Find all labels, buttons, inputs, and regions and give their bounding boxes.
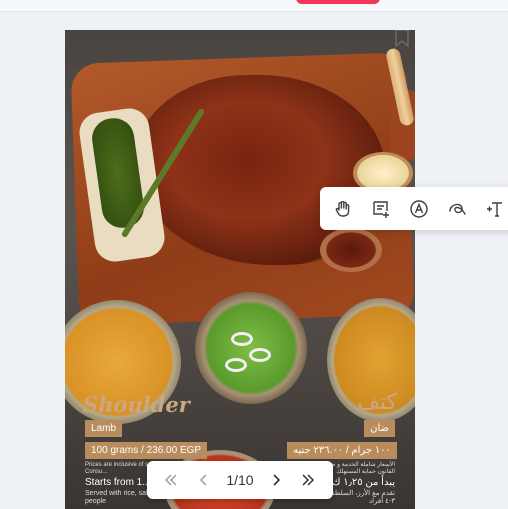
prev-page-button[interactable] bbox=[193, 469, 215, 491]
signature-icon bbox=[449, 203, 466, 215]
meat-type-tag-ar: ضان bbox=[364, 420, 395, 437]
last-page-icon bbox=[302, 474, 315, 486]
page-navigator: 1/10 bbox=[147, 461, 333, 499]
page-count: 1/10 bbox=[226, 472, 254, 488]
menu-page: Shoulder كتف Lamb 100 grams / 236.00 EGP… bbox=[65, 30, 415, 509]
annotation-toolbar bbox=[320, 187, 508, 230]
font-tool-button[interactable] bbox=[408, 198, 430, 220]
onion-ring bbox=[225, 358, 247, 372]
text-tool-button[interactable] bbox=[484, 198, 506, 220]
next-page-icon bbox=[272, 474, 280, 486]
note-tool-button[interactable] bbox=[370, 198, 392, 220]
text-tool-icon bbox=[487, 201, 502, 217]
next-page-button[interactable] bbox=[265, 469, 287, 491]
starts-from-en: Starts from 1... bbox=[85, 477, 151, 488]
price-tag-ar: ١٠٠ جرام / ٢٣٦.٠٠ جنيه bbox=[287, 442, 397, 459]
note-add-icon bbox=[373, 200, 389, 218]
first-page-icon bbox=[165, 474, 177, 486]
hand-tool-button[interactable] bbox=[332, 198, 354, 220]
last-page-button[interactable] bbox=[297, 469, 319, 491]
red-sauce-bowl bbox=[320, 228, 382, 272]
top-bar bbox=[0, 0, 508, 12]
font-circle-icon bbox=[410, 199, 428, 218]
first-page-button[interactable] bbox=[160, 469, 182, 491]
hand-icon bbox=[335, 200, 350, 217]
starts-from-ar: يبدأ من ١٫٢٥ ك bbox=[332, 477, 395, 488]
price-tag-en: 100 grams / 236.00 EGP bbox=[85, 442, 208, 459]
dish-title-en: Shoulder bbox=[83, 392, 190, 417]
onion-ring bbox=[249, 348, 271, 362]
dish-title-ar: كتف bbox=[357, 390, 397, 415]
top-action-button[interactable] bbox=[296, 0, 380, 4]
signature-tool-button[interactable] bbox=[446, 198, 468, 220]
onion-ring bbox=[231, 332, 253, 346]
salad-bowl bbox=[195, 292, 307, 404]
prev-page-icon bbox=[200, 474, 207, 486]
meat-type-tag-en: Lamb bbox=[85, 420, 123, 437]
bookmark-icon[interactable] bbox=[395, 30, 409, 47]
